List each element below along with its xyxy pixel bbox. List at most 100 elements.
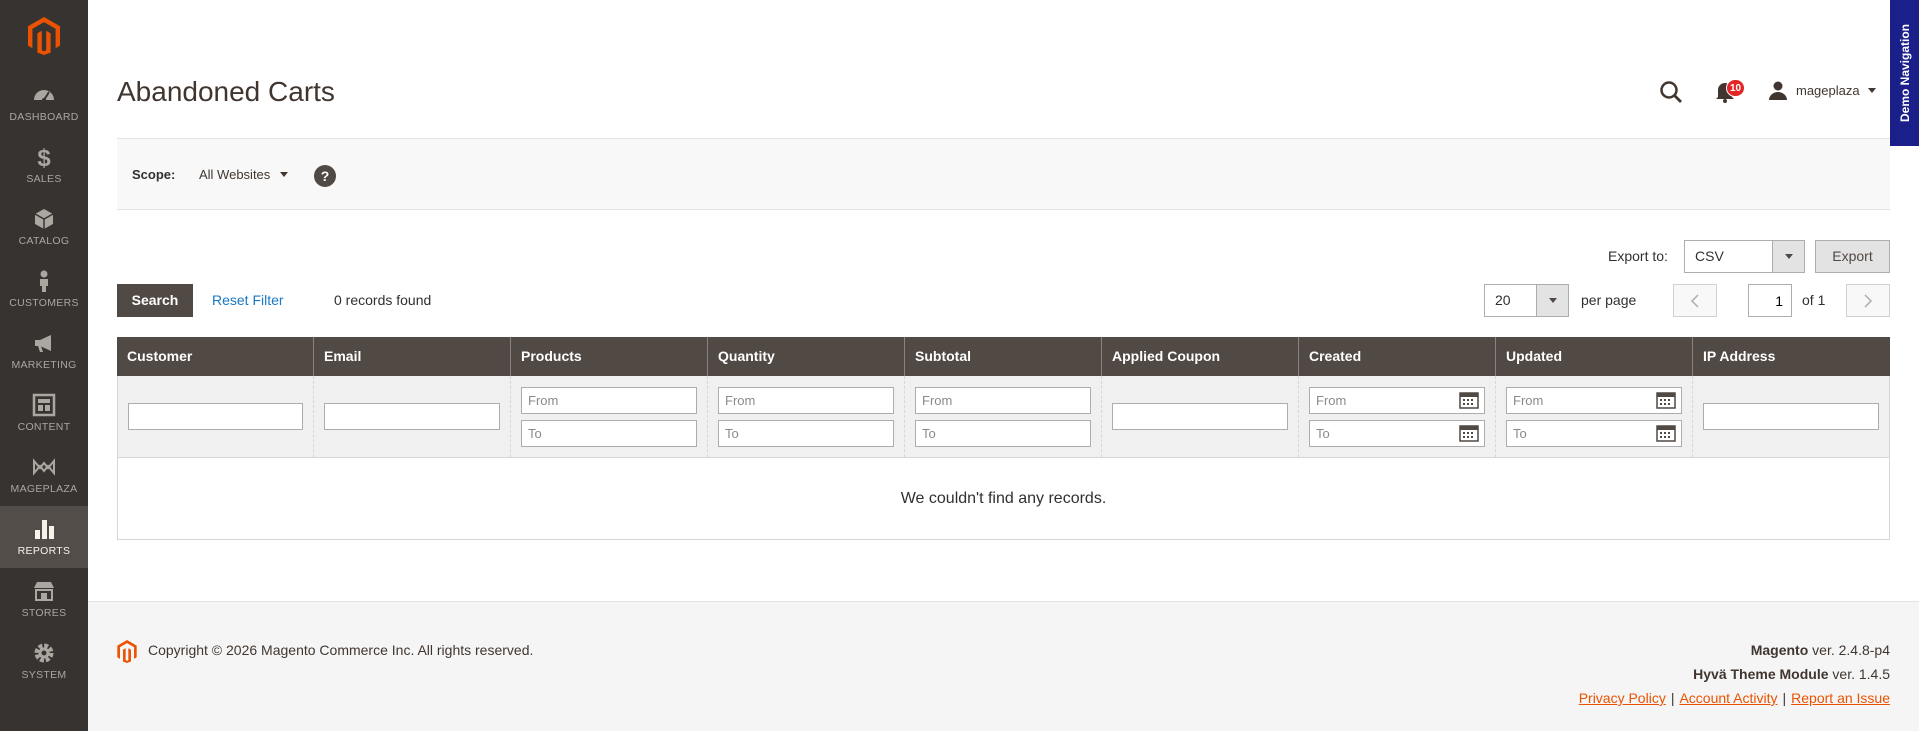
per-page-select[interactable]: 20 (1484, 284, 1569, 317)
products-to-input[interactable]: To (521, 419, 697, 447)
scope-dropdown[interactable]: All Websites (199, 167, 289, 182)
mageplaza-icon (33, 458, 55, 476)
magento-logo-icon (117, 640, 137, 663)
magento-version: Magento ver. 2.4.8-p4 (1751, 642, 1890, 658)
filter-cell-updated: From To (1496, 376, 1693, 457)
total-pages-label: of 1 (1802, 292, 1826, 308)
abandoned-carts-grid: Customer Email Products Quantity Subtota… (117, 337, 1890, 540)
products-from-input[interactable]: From (521, 386, 697, 414)
nav-item-stores[interactable]: STORES (0, 568, 88, 630)
created-to-input[interactable]: To (1309, 419, 1485, 447)
search-button[interactable]: Search (117, 284, 193, 317)
ip-address-filter-input[interactable] (1703, 403, 1879, 430)
demo-navigation-tab[interactable]: Demo Navigation (1890, 0, 1919, 146)
account-activity-link[interactable]: Account Activity (1679, 690, 1777, 706)
user-icon (1769, 81, 1787, 100)
magento-logo-icon (28, 17, 60, 55)
applied-coupon-filter-input[interactable] (1112, 403, 1288, 430)
nav-item-mageplaza[interactable]: MAGEPLAZA (0, 444, 88, 506)
calendar-icon[interactable] (1656, 391, 1676, 409)
subtotal-to-input[interactable]: To (915, 419, 1091, 447)
nav-item-system[interactable]: SYSTEM (0, 630, 88, 692)
nav-item-sales[interactable]: $ SALES (0, 134, 88, 196)
column-header-created[interactable]: Created (1299, 337, 1496, 376)
footer-links: Privacy Policy | Account Activity | Report a… (1579, 690, 1890, 706)
quantity-from-input[interactable]: From (718, 386, 894, 414)
megaphone-icon (35, 335, 51, 352)
report-issue-link[interactable]: Report an Issue (1791, 690, 1890, 706)
footer-separator: | (1782, 690, 1787, 706)
page-title: Abandoned Carts (117, 76, 335, 107)
empty-records-message: We couldn't find any records. (117, 458, 1890, 540)
column-header-customer[interactable]: Customer (117, 337, 314, 376)
column-header-quantity[interactable]: Quantity (708, 337, 905, 376)
records-found-count: 0 records found (334, 292, 432, 308)
filter-cell-subtotal: From To (905, 376, 1102, 457)
filter-cell-customer (118, 376, 314, 457)
column-header-subtotal[interactable]: Subtotal (905, 337, 1102, 376)
export-format-value: CSV (1695, 248, 1724, 264)
chevron-down-icon (1867, 87, 1876, 93)
column-header-applied-coupon[interactable]: Applied Coupon (1102, 337, 1299, 376)
calendar-icon[interactable] (1656, 424, 1676, 442)
nav-item-content[interactable]: CONTENT (0, 382, 88, 444)
per-page-label: per page (1581, 292, 1637, 308)
created-from-input[interactable]: From (1309, 386, 1485, 414)
reset-filter-link[interactable]: Reset Filter (212, 292, 284, 308)
calendar-icon[interactable] (1459, 424, 1479, 442)
hyva-name: Hyvä Theme Module (1693, 666, 1829, 682)
nav-label-customers: CUSTOMERS (9, 297, 79, 309)
scope-switcher-bar: Scope: All Websites ? (117, 138, 1890, 210)
chevron-right-icon (1864, 293, 1873, 308)
bar-chart-icon (35, 520, 54, 539)
magento-logo[interactable] (0, 0, 88, 72)
nav-item-reports[interactable]: REPORTS (0, 506, 88, 568)
export-button[interactable]: Export (1815, 240, 1890, 273)
customer-filter-input[interactable] (128, 403, 303, 430)
privacy-policy-link[interactable]: Privacy Policy (1579, 690, 1666, 706)
updated-from-input[interactable]: From (1506, 386, 1682, 414)
previous-page-button[interactable] (1673, 284, 1717, 317)
nav-item-customers[interactable]: CUSTOMERS (0, 258, 88, 320)
box-icon (34, 209, 54, 229)
nav-item-marketing[interactable]: MARKETING (0, 320, 88, 382)
chevron-down-icon (1548, 298, 1557, 303)
help-icon[interactable]: ? (314, 165, 336, 187)
next-page-button[interactable] (1846, 284, 1890, 317)
export-format-toggle (1772, 241, 1804, 272)
email-filter-input[interactable] (324, 403, 500, 430)
nav-label-catalog: CATALOG (18, 235, 70, 247)
user-account-menu[interactable]: mageplaza (1768, 78, 1876, 102)
column-header-email[interactable]: Email (314, 337, 511, 376)
calendar-icon[interactable] (1459, 391, 1479, 409)
svg-text:$: $ (37, 145, 51, 169)
global-search-button[interactable] (1658, 79, 1684, 105)
filter-cell-products: From To (511, 376, 708, 457)
scope-value: All Websites (199, 167, 271, 182)
copyright-text: Copyright © 2026 Magento Commerce Inc. A… (148, 642, 534, 658)
nav-label-marketing: MARKETING (11, 359, 77, 371)
column-header-updated[interactable]: Updated (1496, 337, 1693, 376)
store-icon (34, 582, 54, 601)
hyva-version: Hyvä Theme Module ver. 1.4.5 (1693, 666, 1890, 682)
quantity-to-input[interactable]: To (718, 419, 894, 447)
chevron-down-icon (1784, 254, 1793, 259)
nav-label-dashboard: DASHBOARD (9, 111, 79, 123)
subtotal-from-input[interactable]: From (915, 386, 1091, 414)
filter-cell-quantity: From To (708, 376, 905, 457)
dashboard-icon (34, 90, 54, 102)
notifications-count-badge: 10 (1726, 79, 1746, 97)
export-format-select[interactable]: CSV (1684, 240, 1805, 273)
nav-label-mageplaza: MAGEPLAZA (10, 483, 78, 495)
column-header-products[interactable]: Products (511, 337, 708, 376)
updated-to-input[interactable]: To (1506, 419, 1682, 447)
user-name: mageplaza (1796, 82, 1860, 98)
dollar-icon: $ (37, 145, 51, 169)
current-page-input[interactable] (1748, 284, 1792, 317)
person-icon (40, 270, 48, 292)
nav-item-catalog[interactable]: CATALOG (0, 196, 88, 258)
column-header-ip-address[interactable]: IP Address (1693, 337, 1890, 376)
per-page-toggle (1536, 285, 1568, 316)
filter-cell-applied-coupon (1102, 376, 1299, 457)
nav-item-dashboard[interactable]: DASHBOARD (0, 72, 88, 134)
